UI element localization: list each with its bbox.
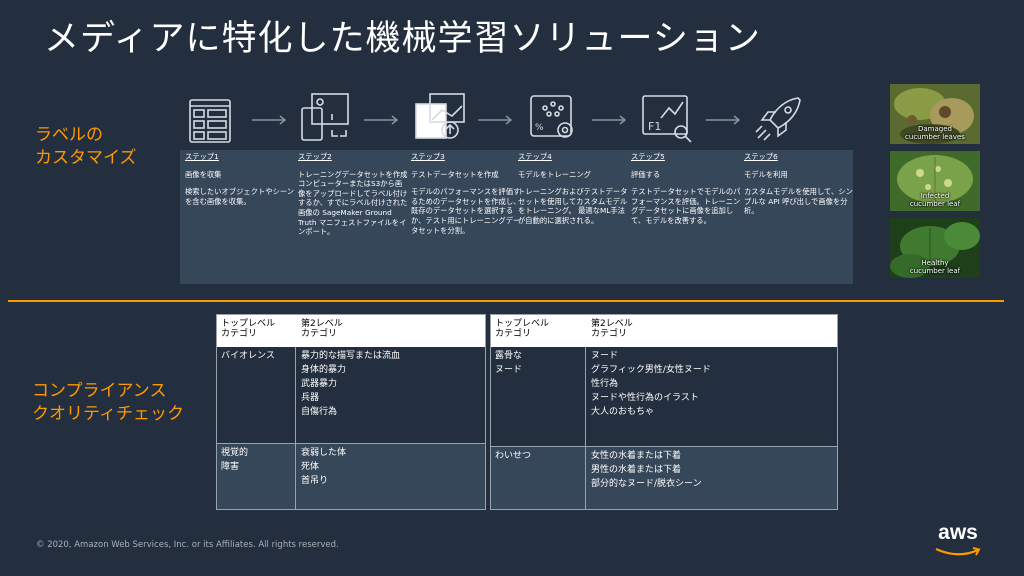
rocket-icon [755,97,801,141]
table-row: バイオレンス 暴力的な描写または流血 身体的暴力 武器暴力 兵器 自傷行為 [217,347,485,443]
custom-labels-section-label: ラベルの カスタマイズ [35,125,137,168]
step-header: ステップ3 [411,152,445,161]
header-col-top: トップレベル カテゴリ [495,319,550,339]
step-body: 検索したいオブジェクトやシーンを含む画像を収集。 [185,187,295,206]
table-row: 露骨な ヌード ヌード グラフィック男性/女性ヌード 性行為 ヌードや性行為のイ… [491,347,837,446]
step-subtitle: モデルを利用 [744,169,788,179]
arrow-icon [252,115,287,125]
top-category-cell: 露骨な ヌード [495,351,523,375]
row-divider [217,443,485,444]
step-subtitle: 画像を収集 [185,169,222,179]
step-4: ステップ4 モデルをトレーニング トレーニングおよびテストデータセットを使用して… [518,152,628,226]
step-subtitle: モデルをトレーニング [518,169,591,179]
aws-smile-icon [935,547,981,556]
healthy-leaf-photo: Healthy cucumber leaf [890,218,980,278]
header-col-top: トップレベル カテゴリ [221,319,276,339]
training-dataset-icon [301,93,349,141]
second-category-cell: 女性の水着または下着 男性の水着または下着 部分的なヌード/脱衣シーン [591,451,702,489]
top-category-cell: わいせつ [495,451,532,461]
image-collection-icon [189,99,231,143]
step-header: ステップ5 [631,152,665,161]
table-row: わいせつ 女性の水着または下着 男性の水着または下着 部分的なヌード/脱衣シーン [491,447,837,509]
arrow-icon [478,115,513,125]
step-header: ステップ1 [185,152,219,161]
model-training-icon: % [530,95,573,138]
step-6: ステップ6 モデルを利用 カスタムモデルを使用して、シンプルな API 呼び出し… [744,152,854,216]
step-header: ステップ4 [518,152,552,161]
photo-caption: Infected cucumber leaf [909,192,961,208]
step-body: コンピューターまたはS3から画像をアップロードしてラベル付けするか、すでにラベル… [298,179,408,237]
moderation-table-left: トップレベル カテゴリ 第2レベル カテゴリ バイオレンス 暴力的な描写または流… [216,314,486,510]
arrow-icon [706,115,741,125]
table-header: トップレベル カテゴリ 第2レベル カテゴリ [491,315,837,347]
step-header: ステップ2 [298,152,332,161]
test-dataset-icon [415,93,465,139]
top-category-cell: バイオレンス [221,351,275,361]
table-header: トップレベル カテゴリ 第2レベル カテゴリ [217,315,485,347]
top-category-cell: 視覚的 障害 [221,448,249,472]
row-divider [491,446,837,447]
step-body: モデルのパフォーマンスを評価するためのデータセットを作成し、既存のデータセットを… [411,187,521,235]
step-header: ステップ6 [744,152,778,161]
steps-icon-row: % F1 [180,90,860,150]
step-body: トレーニングおよびテストデータセットを使用してカスタムモデルをトレーニング。 最… [518,187,628,225]
section-divider [8,300,1004,302]
column-divider [295,347,296,509]
column-divider [585,347,586,509]
evaluation-icon: F1 [642,95,692,143]
step-body: テストデータセットでモデルのパフォーマンスを評価。トレーニングデータセットに画像… [631,187,741,225]
header-col-second: 第2レベル カテゴリ [301,319,343,339]
slide-title: メディアに特化した機械学習ソリューション [44,19,761,59]
step-subtitle: トレーニングデータセットを作成 [298,169,408,179]
copyright-text: © 2020, Amazon Web Services, Inc. or its… [36,540,339,550]
photo-caption: Healthy cucumber leaf [909,259,961,275]
aws-logo: aws [930,522,986,556]
second-category-cell: ヌード グラフィック男性/女性ヌード 性行為 ヌードや性行為のイラスト 大人のお… [591,351,711,417]
infected-leaf-photo: Infected cucumber leaf [890,151,980,211]
photo-caption: Damaged cucumber leaves [905,125,965,141]
arrow-icon [364,115,399,125]
svg-text:F1: F1 [648,120,661,133]
step-2: ステップ2 トレーニングデータセットを作成 コンピューターまたはS3から画像をア… [298,152,408,237]
second-category-cell: 暴力的な描写または流血 身体的暴力 武器暴力 兵器 自傷行為 [301,351,401,417]
step-body: カスタムモデルを使用して、シンプルな API 呼び出しで画像を分析。 [744,187,853,216]
step-subtitle: テストデータセットを作成 [411,169,499,179]
table-row: 視覚的 障害 衰弱した体 死体 首吊り [217,444,485,509]
step-1: ステップ1 画像を収集 検索したいオブジェクトやシーンを含む画像を収集。 [185,152,295,206]
arrow-icon [592,115,627,125]
damaged-leaf-photo: Damaged cucumber leaves [890,84,980,144]
compliance-section-label: コンプライアンス クオリティチェック [32,381,184,424]
step-5: ステップ5 評価する テストデータセットでモデルのパフォーマンスを評価。トレーニ… [631,152,741,226]
second-category-cell: 衰弱した体 死体 首吊り [301,448,347,486]
moderation-table-right: トップレベル カテゴリ 第2レベル カテゴリ 露骨な ヌード ヌード グラフィッ… [490,314,838,510]
step-3: ステップ3 テストデータセットを作成 モデルのパフォーマンスを評価するためのデー… [411,152,521,235]
step-subtitle: 評価する [631,169,661,179]
svg-text:%: % [535,123,544,133]
header-col-second: 第2レベル カテゴリ [591,319,633,339]
aws-logo-text: aws [938,521,978,544]
